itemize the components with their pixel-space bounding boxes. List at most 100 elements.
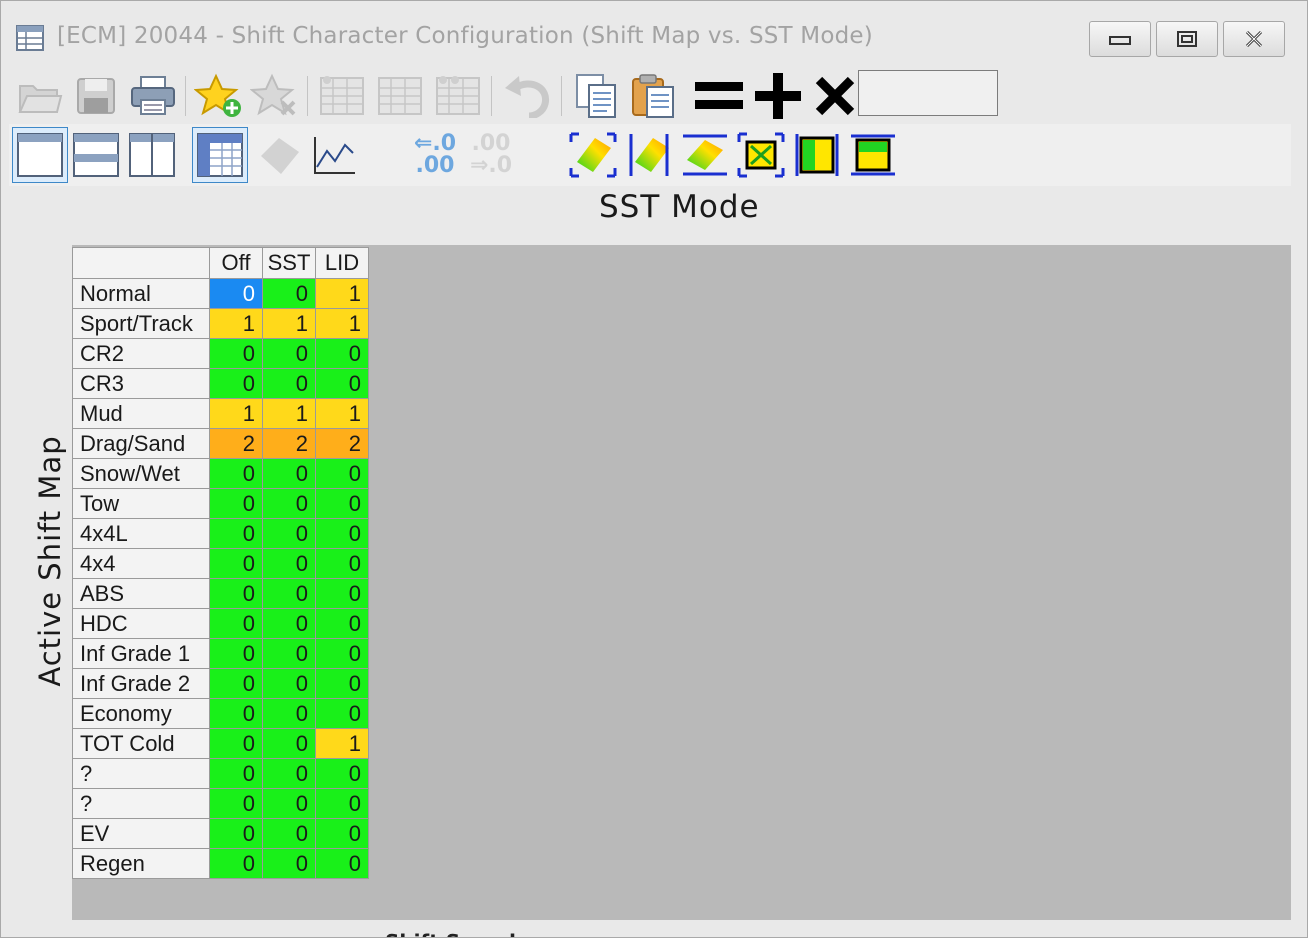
table-cell[interactable]: 1 <box>315 278 369 309</box>
table-cell[interactable]: 0 <box>262 818 316 849</box>
table-cell[interactable]: 0 <box>209 788 263 819</box>
row-header[interactable]: CR2 <box>72 338 210 369</box>
row-header[interactable]: 4x4 <box>72 548 210 579</box>
open-button[interactable] <box>15 73 65 119</box>
column-header-sst[interactable]: SST <box>262 247 316 279</box>
table-cell[interactable]: 0 <box>262 848 316 879</box>
table-cell[interactable]: 0 <box>262 698 316 729</box>
select-column-button[interactable] <box>623 130 675 180</box>
multiply-button[interactable] <box>807 72 863 120</box>
graph-view-button[interactable] <box>307 127 361 183</box>
table-cell[interactable]: 0 <box>262 668 316 699</box>
table-cell[interactable]: 0 <box>315 338 369 369</box>
table-cell[interactable]: 0 <box>315 488 369 519</box>
table-cell[interactable]: 0 <box>209 518 263 549</box>
table-cell[interactable]: 0 <box>209 488 263 519</box>
table-cell[interactable]: 0 <box>209 608 263 639</box>
table-cell[interactable]: 0 <box>262 788 316 819</box>
column-header-lid[interactable]: LID <box>315 247 369 279</box>
table-cell[interactable]: 0 <box>262 728 316 759</box>
row-header[interactable]: Tow <box>72 488 210 519</box>
table-cell[interactable]: 0 <box>262 458 316 489</box>
table-view-button[interactable] <box>192 127 248 183</box>
minimize-button[interactable] <box>1089 21 1151 57</box>
close-button[interactable] <box>1223 21 1285 57</box>
surface-view-button[interactable] <box>253 127 307 183</box>
increase-decimals-button[interactable]: ⇐.0 .00 <box>409 128 461 182</box>
row-header[interactable]: Inf Grade 2 <box>72 668 210 699</box>
paste-button[interactable] <box>627 72 681 120</box>
table-cell[interactable]: 0 <box>315 788 369 819</box>
single-view-button[interactable] <box>12 127 68 183</box>
table-cell[interactable]: 1 <box>315 308 369 339</box>
table-cell[interactable]: 2 <box>209 428 263 459</box>
table-cell[interactable]: 0 <box>262 578 316 609</box>
row-header[interactable]: ? <box>72 758 210 789</box>
table-cell[interactable]: 0 <box>315 698 369 729</box>
select-all-button[interactable] <box>567 130 619 180</box>
table-cell[interactable]: 0 <box>262 548 316 579</box>
table-cell[interactable]: 0 <box>209 698 263 729</box>
table-cell[interactable]: 1 <box>262 308 316 339</box>
table-cell[interactable]: 0 <box>315 578 369 609</box>
table-cell[interactable]: 0 <box>315 758 369 789</box>
table-cell[interactable]: 0 <box>209 638 263 669</box>
table-cell[interactable]: 1 <box>262 398 316 429</box>
column-header-off[interactable]: Off <box>209 247 263 279</box>
table-compare-button[interactable] <box>431 72 485 120</box>
row-header[interactable]: TOT Cold <box>72 728 210 759</box>
table-cell[interactable]: 1 <box>315 398 369 429</box>
print-button[interactable] <box>127 73 179 119</box>
table-cell[interactable]: 0 <box>262 518 316 549</box>
table-cell[interactable]: 0 <box>209 578 263 609</box>
vertical-split-button[interactable] <box>125 127 179 183</box>
fill-row-button[interactable] <box>847 130 899 180</box>
table-cell[interactable]: 0 <box>209 368 263 399</box>
table-cell[interactable]: 0 <box>315 608 369 639</box>
table-cell[interactable]: 1 <box>315 728 369 759</box>
table-copy-button[interactable] <box>315 72 369 120</box>
row-header[interactable]: Mud <box>72 398 210 429</box>
plus-button[interactable] <box>749 72 807 120</box>
table-cell[interactable]: 0 <box>209 278 263 309</box>
table-cell[interactable]: 0 <box>209 668 263 699</box>
maximize-button[interactable] <box>1156 21 1218 57</box>
row-header[interactable]: Economy <box>72 698 210 729</box>
row-header[interactable]: CR3 <box>72 368 210 399</box>
row-header[interactable]: ? <box>72 788 210 819</box>
table-cell[interactable]: 0 <box>262 758 316 789</box>
copy-button[interactable] <box>569 72 623 120</box>
row-header[interactable]: ABS <box>72 578 210 609</box>
table-cell[interactable]: 0 <box>262 608 316 639</box>
table-cell[interactable]: 0 <box>209 728 263 759</box>
table-cell[interactable]: 0 <box>315 848 369 879</box>
row-header[interactable]: 4x4L <box>72 518 210 549</box>
table-cell[interactable]: 0 <box>209 848 263 879</box>
table-cell[interactable]: 0 <box>262 278 316 309</box>
save-button[interactable] <box>71 73 121 119</box>
table-cell[interactable]: 0 <box>315 518 369 549</box>
table-cell[interactable]: 0 <box>262 338 316 369</box>
table-cell[interactable]: 0 <box>262 368 316 399</box>
row-header[interactable]: Inf Grade 1 <box>72 638 210 669</box>
operand-input[interactable] <box>858 70 998 116</box>
table-cell[interactable]: 2 <box>262 428 316 459</box>
select-cell-button[interactable] <box>735 130 787 180</box>
select-row-button[interactable] <box>679 130 731 180</box>
fill-column-button[interactable] <box>791 130 843 180</box>
horizontal-split-button[interactable] <box>69 127 123 183</box>
add-favorite-button[interactable] <box>193 72 245 120</box>
table-cell[interactable]: 0 <box>315 818 369 849</box>
title-bar[interactable]: [ECM] 20044 - Shift Character Configurat… <box>1 1 1307 69</box>
table-cell[interactable]: 0 <box>209 338 263 369</box>
table-cell[interactable]: 0 <box>315 548 369 579</box>
row-header[interactable]: HDC <box>72 608 210 639</box>
equals-button[interactable] <box>689 74 749 118</box>
row-header[interactable]: EV <box>72 818 210 849</box>
table-cell[interactable]: 0 <box>209 458 263 489</box>
table-cell[interactable]: 0 <box>315 458 369 489</box>
row-header[interactable]: Sport/Track <box>72 308 210 339</box>
table-cell[interactable]: 2 <box>315 428 369 459</box>
table-cell[interactable]: 0 <box>315 668 369 699</box>
table-cell[interactable]: 0 <box>209 548 263 579</box>
